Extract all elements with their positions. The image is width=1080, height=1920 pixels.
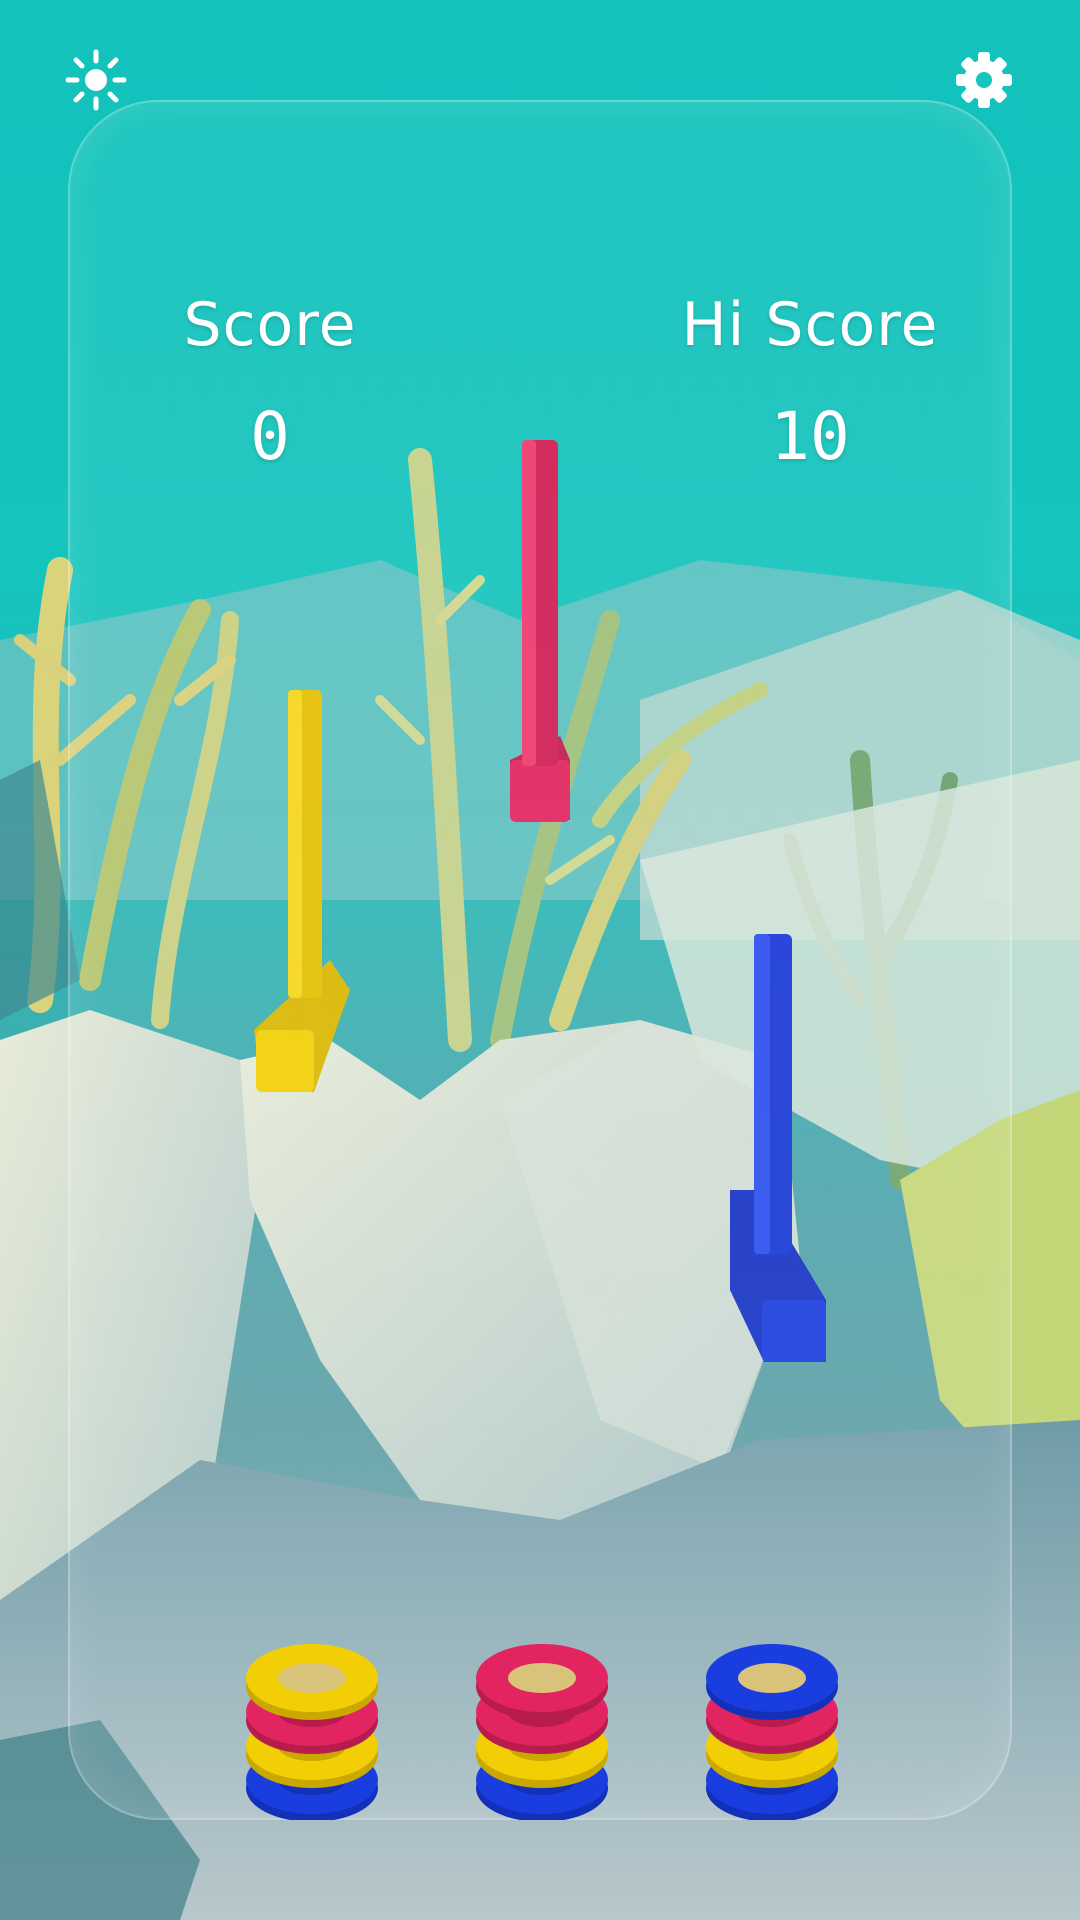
ring-red[interactable] xyxy=(476,1644,608,1720)
ring-stack-2[interactable] xyxy=(462,1590,622,1820)
sun-icon xyxy=(65,49,127,111)
settings-button[interactable] xyxy=(952,48,1016,112)
hiscore-label: Hi Score xyxy=(681,290,939,360)
hiscore-value: 10 xyxy=(770,398,850,475)
score-panel: Score 0 xyxy=(100,290,440,475)
gear-icon xyxy=(956,52,1012,108)
ring-yellow[interactable] xyxy=(246,1644,378,1720)
brightness-button[interactable] xyxy=(64,48,128,112)
ring-stack-1[interactable] xyxy=(232,1590,392,1820)
score-label: Score xyxy=(183,290,357,360)
ring-stack-3[interactable] xyxy=(692,1590,852,1820)
hiscore-panel: Hi Score 10 xyxy=(640,290,980,475)
ring-blue[interactable] xyxy=(706,1644,838,1720)
score-value: 0 xyxy=(250,398,290,475)
